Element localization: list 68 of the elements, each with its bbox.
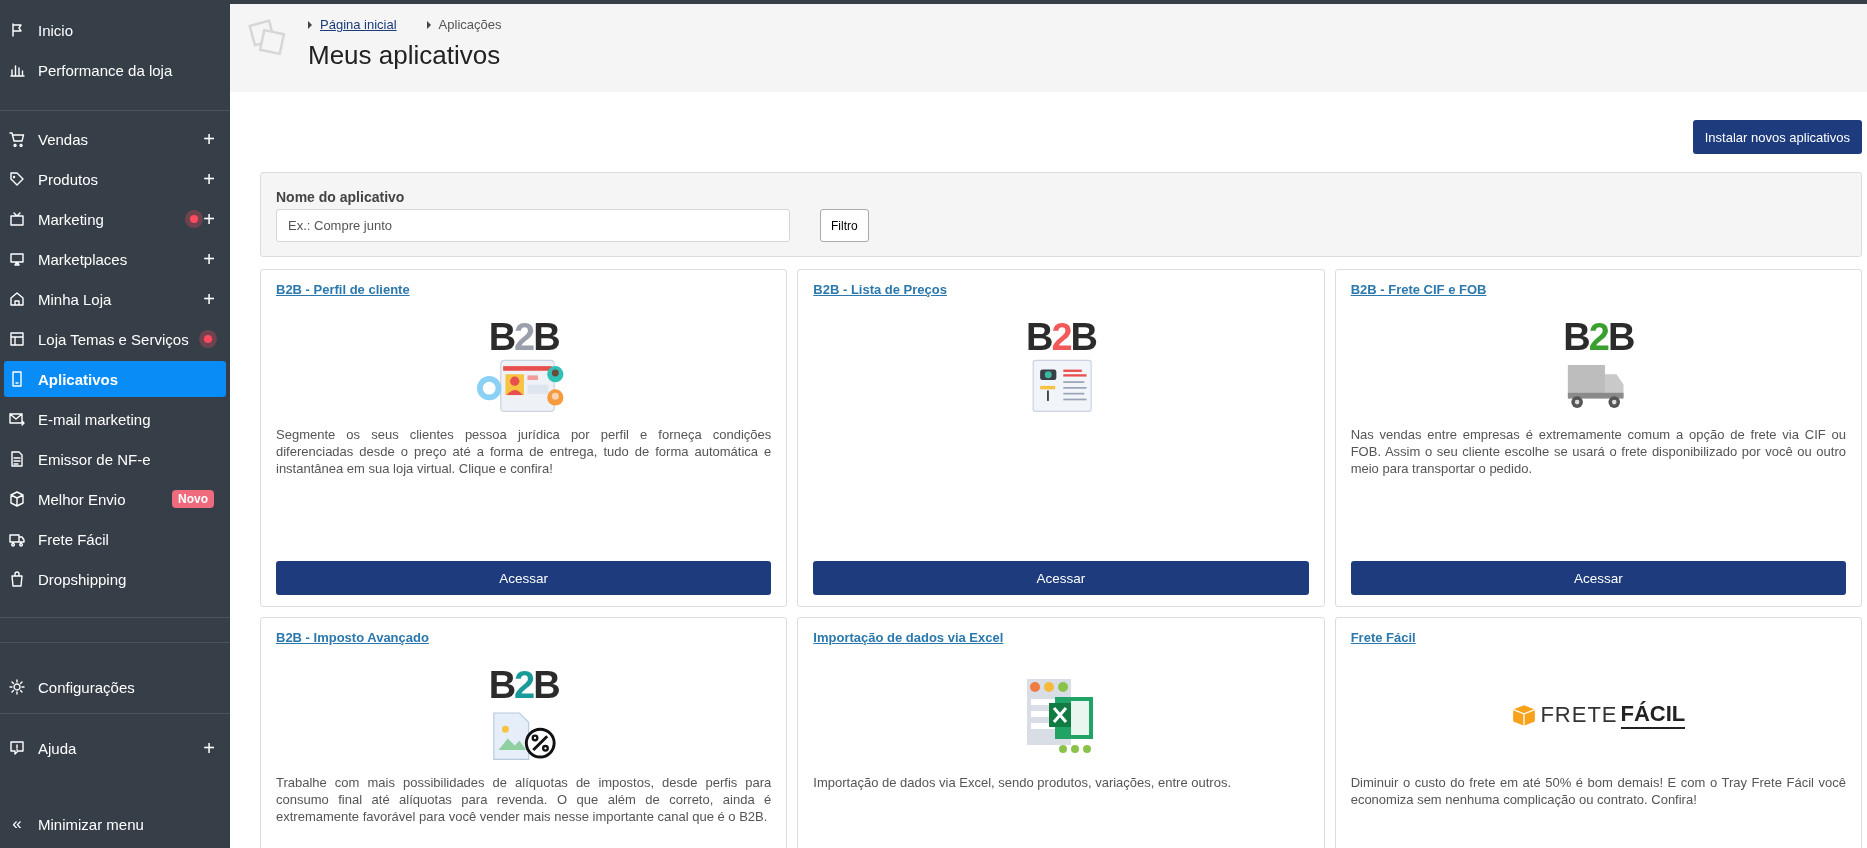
nav-item[interactable]: Ajuda + bbox=[4, 730, 226, 766]
expand-toggle[interactable]: + bbox=[202, 127, 216, 151]
help-icon bbox=[9, 740, 25, 756]
page-title: Meus aplicativos bbox=[308, 40, 502, 71]
flag-icon bbox=[9, 22, 25, 38]
app-description: Trabalhe com mais possibilidades de alíquotas de impostos, desde perfis para consumo final até alíquotas para revenda. O que além de correto, ainda é extremamente favorável para você vender mais nesse importante canal que é o B2B. bbox=[276, 775, 772, 826]
app-description: Diminuir o custo do frete em até 50% é bom demais! E com o Tray Frete Fácil você economiza sem nenhuma complicação ou contrato. Confira! bbox=[1350, 775, 1846, 809]
home-icon bbox=[9, 291, 25, 307]
cart-icon bbox=[9, 131, 25, 147]
app-title-link[interactable]: B2B - Frete CIF e FOB bbox=[1350, 282, 1487, 297]
app-description: Importação de dados via Excel, sendo produtos, variações, entre outros. bbox=[813, 775, 1232, 792]
layout-icon bbox=[9, 331, 25, 347]
nav-item[interactable]: Configurações bbox=[4, 669, 226, 705]
expand-toggle[interactable]: + bbox=[202, 736, 216, 760]
app-title-link[interactable]: B2B - Imposto Avançado bbox=[276, 630, 429, 645]
expand-toggle[interactable]: + bbox=[202, 287, 216, 311]
nav-item[interactable]: Melhor Envio Novo bbox=[4, 481, 226, 517]
truck-icon bbox=[9, 531, 25, 547]
monitor-icon bbox=[9, 251, 25, 267]
expand-toggle[interactable]: + bbox=[202, 247, 216, 271]
breadcrumb-link[interactable]: Página inicial bbox=[320, 17, 397, 32]
document-icon bbox=[9, 451, 25, 467]
field-label: Nome do aplicativo bbox=[276, 189, 406, 205]
nav-item[interactable]: Minha Loja + bbox=[4, 281, 226, 317]
tag-icon bbox=[9, 171, 25, 187]
install-apps-button[interactable]: Instalar novos aplicativos bbox=[1692, 120, 1862, 154]
expand-toggle[interactable]: + bbox=[202, 207, 216, 231]
app-title-link[interactable]: Importação de dados via Excel bbox=[813, 630, 1004, 645]
mail-icon bbox=[9, 411, 25, 427]
access-button[interactable]: Acessar bbox=[1350, 561, 1846, 595]
nav-item[interactable]: Emissor de NF-e bbox=[4, 441, 226, 477]
app-title-link[interactable]: B2B - Lista de Preços bbox=[813, 282, 947, 297]
access-button[interactable]: Acessar bbox=[813, 561, 1309, 595]
caret-icon bbox=[426, 20, 431, 29]
filter-button[interactable]: Filtro bbox=[820, 209, 869, 242]
access-button[interactable]: Acessar bbox=[276, 561, 772, 595]
b2b-logo: B2B bbox=[1550, 318, 1647, 416]
gear-icon bbox=[9, 679, 25, 695]
app-name-input[interactable]: Ex.: Compre junto bbox=[276, 209, 790, 242]
frete-facil-logo: FRETE FÁCIL bbox=[1511, 701, 1686, 729]
app-title-link[interactable]: Frete Fácil bbox=[1350, 630, 1416, 645]
phone-icon bbox=[9, 371, 25, 387]
caret-icon bbox=[308, 20, 312, 29]
nav-item[interactable]: Produtos + bbox=[4, 161, 226, 197]
b2b-logo: B2B bbox=[475, 666, 572, 764]
minimize-menu-button[interactable]: « Minimizar menu bbox=[4, 806, 230, 842]
breadcrumb-current: Aplicações bbox=[438, 17, 502, 32]
bar-chart-icon bbox=[9, 62, 25, 78]
nav-item[interactable]: Frete Fácil bbox=[4, 521, 226, 557]
nav-item[interactable]: Marketing + bbox=[4, 201, 226, 237]
new-badge: Novo bbox=[172, 490, 214, 508]
nav-item[interactable]: Inicio bbox=[4, 12, 226, 48]
nav-item[interactable]: Vendas + bbox=[4, 121, 226, 157]
expand-toggle[interactable]: + bbox=[202, 167, 216, 191]
app-description: Nas vendas entre empresas é extremamente comum a opção de frete via CIF ou FOB. Assim o seu cliente escolhe se usará o frete disponibilizado por você ou outro meio para transportar o pedido. bbox=[1350, 427, 1846, 478]
b2b-logo: B2B bbox=[1013, 318, 1109, 416]
nav-item[interactable]: Dropshipping bbox=[4, 561, 226, 597]
nav-item[interactable]: Loja Temas e Serviços bbox=[4, 321, 226, 357]
nav-item[interactable]: E-mail marketing bbox=[4, 401, 226, 437]
bag-icon bbox=[9, 571, 25, 587]
app-title-link[interactable]: B2B - Perfil de cliente bbox=[276, 282, 410, 297]
b2b-logo: B2B bbox=[475, 318, 572, 416]
tv-icon bbox=[9, 211, 25, 227]
pages-icon bbox=[248, 18, 288, 58]
nav-item[interactable]: Marketplaces + bbox=[4, 241, 226, 277]
nav-item[interactable]: Performance da loja bbox=[4, 52, 226, 88]
box-icon bbox=[9, 491, 25, 507]
app-description: Segmente os seus clientes pessoa jurídica por perfil e forneça condições diferenciadas desde o preço até a forma de entrega, tudo de forma automática e instantânea em sua loja virtual. Clique e confira! bbox=[276, 427, 772, 478]
